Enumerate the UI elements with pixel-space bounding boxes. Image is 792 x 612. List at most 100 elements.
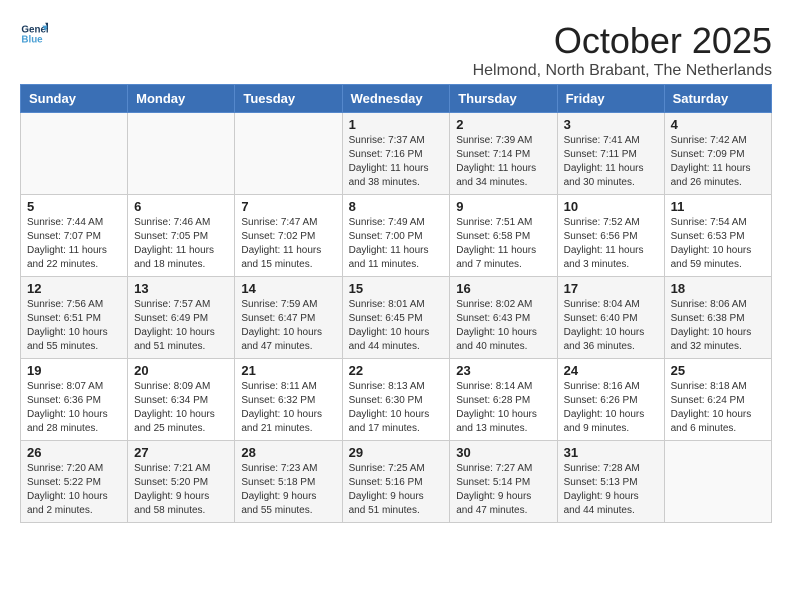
calendar-day-6: 6Sunrise: 7:46 AM Sunset: 7:05 PM Daylig… xyxy=(128,195,235,277)
calendar-day-27: 27Sunrise: 7:21 AM Sunset: 5:20 PM Dayli… xyxy=(128,441,235,523)
day-info: Sunrise: 7:42 AM Sunset: 7:09 PM Dayligh… xyxy=(671,134,765,190)
day-number: 28 xyxy=(241,445,335,460)
day-info: Sunrise: 8:11 AM Sunset: 6:32 PM Dayligh… xyxy=(241,380,335,436)
calendar-day-25: 25 Sunrise: 8:18 AM Sunset: 6:24 PM Dayli… xyxy=(664,359,771,441)
day-number: 31 xyxy=(564,445,658,460)
day-number: 26 xyxy=(27,445,121,460)
day-info: Sunrise: 8:02 AM Sunset: 6:43 PM Dayligh… xyxy=(456,298,550,354)
weekday-header-sunday: Sunday xyxy=(21,85,128,113)
day-info: Sunrise: 7:47 AM Sunset: 7:02 PM Dayligh… xyxy=(241,216,335,272)
header: General Blue October 2025 Helmond, North… xyxy=(20,20,772,80)
calendar-day-11: 11 Sunrise: 7:54 AM Sunset: 6:53 PM Dayli… xyxy=(664,195,771,277)
day-number: 12 xyxy=(27,281,121,296)
day-number: 17 xyxy=(564,281,658,296)
day-info: Sunrise: 7:57 AM Sunset: 6:49 PM Dayligh… xyxy=(134,298,228,354)
calendar-day-10: 10 Sunrise: 7:52 AM Sunset: 6:56 PM Dayli… xyxy=(557,195,664,277)
day-info: Sunrise: 7:39 AM Sunset: 7:14 PM Dayligh… xyxy=(456,134,550,190)
day-number: 21 xyxy=(241,363,335,378)
calendar-day-5: 5 Sunrise: 7:44 AM Sunset: 7:07 PM Daylig… xyxy=(21,195,128,277)
day-number: 19 xyxy=(27,363,121,378)
day-number: 5 xyxy=(27,199,121,214)
day-info: Sunrise: 7:44 AM Sunset: 7:07 PM Dayligh… xyxy=(27,216,121,272)
day-info: Sunrise: 7:54 AM Sunset: 6:53 PM Dayligh… xyxy=(671,216,765,272)
day-info: Sunrise: 7:27 AM Sunset: 5:14 PM Dayligh… xyxy=(456,462,550,518)
calendar-day-16: 16 Sunrise: 8:02 AM Sunset: 6:43 PM Dayli… xyxy=(450,277,557,359)
day-info: Sunrise: 8:04 AM Sunset: 6:40 PM Dayligh… xyxy=(564,298,658,354)
calendar-day-28: 28 Sunrise: 7:23 AM Sunset: 5:18 PM Dayli… xyxy=(235,441,342,523)
calendar-day-17: 17 Sunrise: 8:04 AM Sunset: 6:40 PM Dayli… xyxy=(557,277,664,359)
calendar-table: SundayMondayTuesdayWednesdayThursdayFrid… xyxy=(20,84,772,523)
day-info: Sunrise: 7:20 AM Sunset: 5:22 PM Dayligh… xyxy=(27,462,121,518)
day-info: Sunrise: 8:09 AM Sunset: 6:34 PM Dayligh… xyxy=(134,380,228,436)
svg-text:Blue: Blue xyxy=(21,34,43,45)
calendar-day-13: 13 Sunrise: 7:57 AM Sunset: 6:49 PM Dayli… xyxy=(128,277,235,359)
calendar-day-19: 19Sunrise: 8:07 AM Sunset: 6:36 PM Dayli… xyxy=(21,359,128,441)
calendar-day-12: 12Sunrise: 7:56 AM Sunset: 6:51 PM Dayli… xyxy=(21,277,128,359)
calendar-week-row: 19Sunrise: 8:07 AM Sunset: 6:36 PM Dayli… xyxy=(21,359,772,441)
day-info: Sunrise: 7:37 AM Sunset: 7:16 PM Dayligh… xyxy=(349,134,444,190)
day-info: Sunrise: 8:13 AM Sunset: 6:30 PM Dayligh… xyxy=(349,380,444,436)
day-info: Sunrise: 7:21 AM Sunset: 5:20 PM Dayligh… xyxy=(134,462,228,518)
day-number: 3 xyxy=(564,117,658,132)
calendar-week-row: 26 Sunrise: 7:20 AM Sunset: 5:22 PM Dayli… xyxy=(21,441,772,523)
day-number: 15 xyxy=(349,281,444,296)
day-number: 29 xyxy=(349,445,444,460)
day-number: 6 xyxy=(134,199,228,214)
calendar-day-21: 21 Sunrise: 8:11 AM Sunset: 6:32 PM Dayli… xyxy=(235,359,342,441)
day-number: 11 xyxy=(671,199,765,214)
weekday-header-thursday: Thursday xyxy=(450,85,557,113)
calendar-day-4: 4Sunrise: 7:42 AM Sunset: 7:09 PM Daylig… xyxy=(664,113,771,195)
day-number: 7 xyxy=(241,199,335,214)
day-info: Sunrise: 7:28 AM Sunset: 5:13 PM Dayligh… xyxy=(564,462,658,518)
calendar-empty-cell xyxy=(128,113,235,195)
title-area: October 2025 Helmond, North Brabant, The… xyxy=(473,20,772,80)
logo: General Blue xyxy=(20,20,50,48)
month-title: October 2025 xyxy=(473,20,772,62)
day-number: 16 xyxy=(456,281,550,296)
day-info: Sunrise: 8:14 AM Sunset: 6:28 PM Dayligh… xyxy=(456,380,550,436)
day-info: Sunrise: 7:51 AM Sunset: 6:58 PM Dayligh… xyxy=(456,216,550,272)
calendar-day-2: 2Sunrise: 7:39 AM Sunset: 7:14 PM Daylig… xyxy=(450,113,557,195)
calendar-day-14: 14 Sunrise: 7:59 AM Sunset: 6:47 PM Dayli… xyxy=(235,277,342,359)
calendar-empty-cell xyxy=(235,113,342,195)
day-number: 9 xyxy=(456,199,550,214)
weekday-header-friday: Friday xyxy=(557,85,664,113)
page-container: General Blue October 2025 Helmond, North… xyxy=(20,20,772,523)
calendar-day-8: 8Sunrise: 7:49 AM Sunset: 7:00 PM Daylig… xyxy=(342,195,450,277)
day-number: 14 xyxy=(241,281,335,296)
calendar-empty-cell xyxy=(664,441,771,523)
weekday-header-wednesday: Wednesday xyxy=(342,85,450,113)
day-info: Sunrise: 8:18 AM Sunset: 6:24 PM Dayligh… xyxy=(671,380,765,436)
weekday-header-row: SundayMondayTuesdayWednesdayThursdayFrid… xyxy=(21,85,772,113)
weekday-header-saturday: Saturday xyxy=(664,85,771,113)
day-number: 1 xyxy=(349,117,444,132)
calendar-day-23: 23 Sunrise: 8:14 AM Sunset: 6:28 PM Dayli… xyxy=(450,359,557,441)
calendar-day-20: 20Sunrise: 8:09 AM Sunset: 6:34 PM Dayli… xyxy=(128,359,235,441)
day-info: Sunrise: 7:59 AM Sunset: 6:47 PM Dayligh… xyxy=(241,298,335,354)
day-info: Sunrise: 7:52 AM Sunset: 6:56 PM Dayligh… xyxy=(564,216,658,272)
calendar-week-row: 5 Sunrise: 7:44 AM Sunset: 7:07 PM Daylig… xyxy=(21,195,772,277)
calendar-empty-cell xyxy=(21,113,128,195)
day-number: 18 xyxy=(671,281,765,296)
day-info: Sunrise: 8:06 AM Sunset: 6:38 PM Dayligh… xyxy=(671,298,765,354)
day-number: 13 xyxy=(134,281,228,296)
day-number: 22 xyxy=(349,363,444,378)
calendar-day-18: 18 Sunrise: 8:06 AM Sunset: 6:38 PM Dayli… xyxy=(664,277,771,359)
location-title: Helmond, North Brabant, The Netherlands xyxy=(473,62,772,80)
day-number: 23 xyxy=(456,363,550,378)
calendar-week-row: 1 Sunrise: 7:37 AM Sunset: 7:16 PM Daylig… xyxy=(21,113,772,195)
calendar-day-29: 29Sunrise: 7:25 AM Sunset: 5:16 PM Dayli… xyxy=(342,441,450,523)
day-info: Sunrise: 8:16 AM Sunset: 6:26 PM Dayligh… xyxy=(564,380,658,436)
day-number: 25 xyxy=(671,363,765,378)
calendar-week-row: 12Sunrise: 7:56 AM Sunset: 6:51 PM Dayli… xyxy=(21,277,772,359)
weekday-header-tuesday: Tuesday xyxy=(235,85,342,113)
calendar-day-22: 22 Sunrise: 8:13 AM Sunset: 6:30 PM Dayli… xyxy=(342,359,450,441)
calendar-day-7: 7 Sunrise: 7:47 AM Sunset: 7:02 PM Daylig… xyxy=(235,195,342,277)
calendar-day-31: 31 Sunrise: 7:28 AM Sunset: 5:13 PM Dayli… xyxy=(557,441,664,523)
day-info: Sunrise: 7:23 AM Sunset: 5:18 PM Dayligh… xyxy=(241,462,335,518)
day-number: 10 xyxy=(564,199,658,214)
day-info: Sunrise: 7:41 AM Sunset: 7:11 PM Dayligh… xyxy=(564,134,658,190)
day-info: Sunrise: 8:01 AM Sunset: 6:45 PM Dayligh… xyxy=(349,298,444,354)
day-number: 30 xyxy=(456,445,550,460)
calendar-day-30: 30 Sunrise: 7:27 AM Sunset: 5:14 PM Dayli… xyxy=(450,441,557,523)
